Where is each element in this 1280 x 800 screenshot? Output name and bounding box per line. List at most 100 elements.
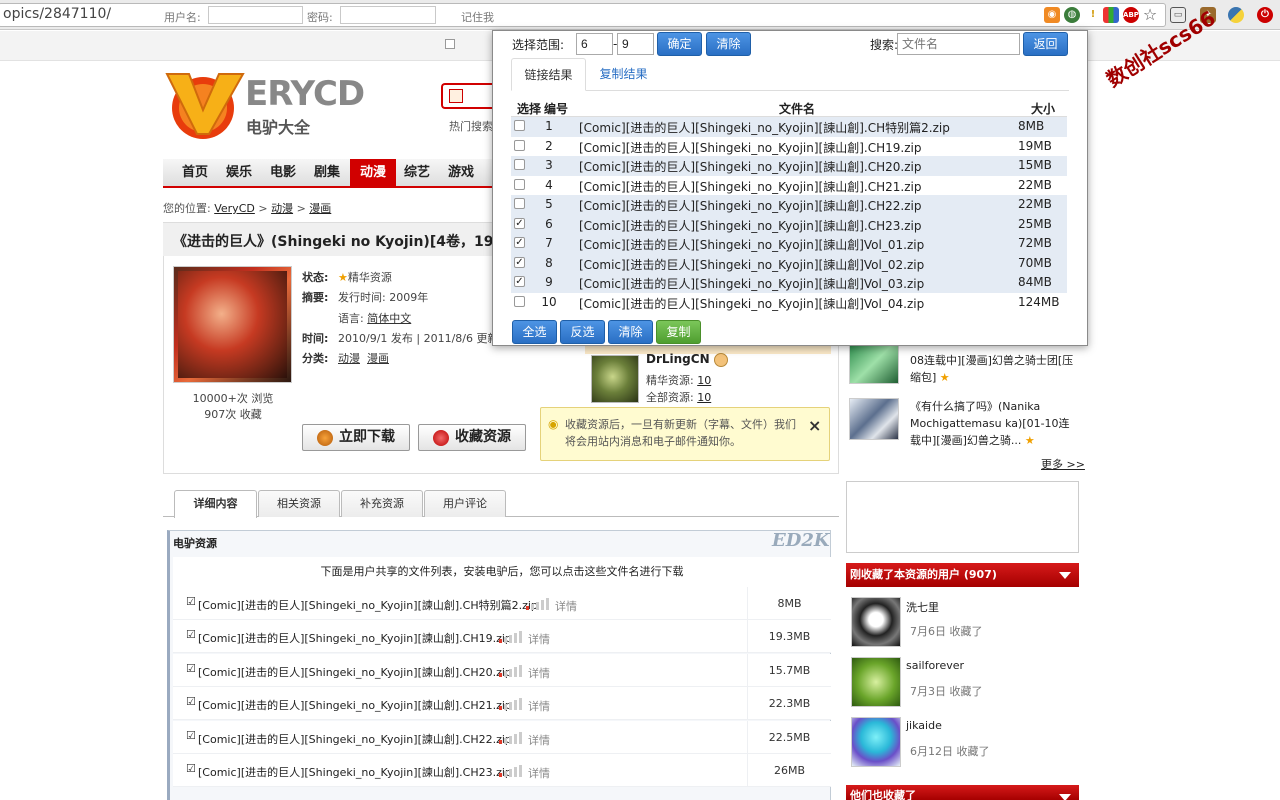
file-row[interactable]: ☑ [Comic][进击的巨人][Shingeki_no_Kyojin][諫山創]… [173,687,831,721]
row-checkbox[interactable] [514,198,525,209]
file-name-link[interactable]: [Comic][进击的巨人][Shingeki_no_Kyojin][諫山創].… [198,764,512,780]
invert-selection-button[interactable]: 反选 [560,320,605,344]
confirm-button[interactable]: 确定 [657,32,702,56]
clear-range-button[interactable]: 清除 [706,32,751,56]
file-row[interactable]: ☑ [Comic][进击的巨人][Shingeki_no_Kyojin][諫山創]… [173,754,831,787]
row-checkbox[interactable] [514,159,525,170]
file-search-input[interactable] [897,33,1020,55]
user-avatar[interactable] [851,597,901,647]
python-icon[interactable] [1228,7,1244,23]
popup-file-row[interactable]: ✓ 7 [Comic][进击的巨人][Shingeki_no_Kyojin][諫山創… [511,234,1067,254]
adblock-icon[interactable]: ABP [1123,7,1139,23]
popup-file-row[interactable]: ✓ 6 [Comic][进击的巨人][Shingeki_no_Kyojin][諫山創… [511,214,1067,234]
message-icon[interactable] [713,352,728,367]
more-link[interactable]: 更多 >> [1041,456,1085,472]
username-input[interactable] [208,6,303,24]
file-details-link[interactable]: 详情 [555,598,577,614]
nav-anime[interactable]: 动漫 [350,159,396,186]
row-checkbox[interactable] [514,178,525,190]
popup-file-row[interactable]: ✓ 9 [Comic][进击的巨人][Shingeki_no_Kyojin][諫山創… [511,273,1067,293]
row-checkbox[interactable]: ✓ [514,256,525,268]
file-name-link[interactable]: [Comic][进击的巨人][Shingeki_no_Kyojin][諫山創].… [198,697,512,713]
rss-icon[interactable]: ◉ [1044,7,1060,23]
tab-comments[interactable]: 用户评论 [424,490,506,517]
popup-file-row[interactable]: 5 [Comic][进击的巨人][Shingeki_no_Kyojin][諫山創]… [511,195,1067,215]
remember-checkbox[interactable] [445,39,455,49]
side-item-text[interactable]: 《有什么搞了吗》(Nanika Mochigattemasu ka)[01-10… [910,398,1080,449]
row-checkbox[interactable] [514,139,525,151]
side-item-thumb[interactable] [849,342,899,384]
also-favorited-header[interactable]: 他们也收藏了 [846,785,1079,800]
range-to-input[interactable] [617,33,654,55]
file-row[interactable]: ☑ [Comic][进击的巨人][Shingeki_no_Kyojin][諫山創]… [173,653,831,687]
tab-related[interactable]: 相关资源 [258,490,340,517]
file-checkbox[interactable]: ☑ [186,729,196,742]
back-button[interactable]: 返回 [1023,32,1068,56]
user-name[interactable]: jikaide [906,719,942,732]
file-details-link[interactable]: 详情 [528,732,550,748]
side-item-text[interactable]: 08连载中][漫画]幻兽之骑士团[压缩包] ★ [910,352,1080,386]
file-checkbox[interactable]: ☑ [186,595,196,608]
file-details-link[interactable]: 详情 [528,631,550,647]
breadcrumb-comic[interactable]: 漫画 [309,202,331,215]
side-item-thumb[interactable] [849,398,899,440]
tab-supplementary[interactable]: 补充资源 [341,490,423,517]
breadcrumb-verycd[interactable]: VeryCD [214,202,255,215]
breadcrumb-anime[interactable]: 动漫 [271,202,293,215]
file-checkbox[interactable]: ☑ [186,762,196,775]
colorful-extension-icon[interactable] [1103,7,1119,23]
favorite-button[interactable]: 收藏资源 [418,424,526,451]
password-input[interactable] [340,6,436,24]
user-name[interactable]: sailforever [906,659,964,672]
download-button[interactable]: 立即下载 [302,424,410,451]
file-checkbox[interactable]: ☑ [186,695,196,708]
uploader-avatar[interactable] [591,355,639,403]
select-all-button[interactable]: 全选 [512,320,557,344]
file-details-link[interactable]: 详情 [528,665,550,681]
row-checkbox[interactable] [514,295,525,307]
row-checkbox[interactable]: ✓ [514,276,525,287]
category-anime[interactable]: 动漫 [338,352,360,365]
tab-copy-results[interactable]: 复制结果 [586,58,661,91]
language-link[interactable]: 简体中文 [367,312,411,325]
file-name-link[interactable]: [Comic][进击的巨人][Shingeki_no_Kyojin][諫山創].… [198,630,512,646]
file-checkbox[interactable]: ☑ [186,628,196,641]
category-comic[interactable]: 漫画 [367,352,389,365]
nav-home[interactable]: 首页 [174,159,216,186]
popup-file-row[interactable]: 10 [Comic][进击的巨人][Shingeki_no_Kyojin][諫山創… [511,293,1067,313]
popup-file-row[interactable]: 4 [Comic][进击的巨人][Shingeki_no_Kyojin][諫山創]… [511,176,1067,196]
tab-link-results[interactable]: 链接结果 [511,58,586,91]
popup-file-row[interactable]: 2 [Comic][进击的巨人][Shingeki_no_Kyojin][諫山創]… [511,137,1067,157]
tab-details[interactable]: 详细内容 [174,490,257,518]
nav-movies[interactable]: 电影 [262,159,304,186]
popup-file-row[interactable]: ✓ 8 [Comic][进击的巨人][Shingeki_no_Kyojin][諫山創… [511,253,1067,273]
file-details-link[interactable]: 详情 [528,765,550,781]
file-name-link[interactable]: [Comic][进击的巨人][Shingeki_no_Kyojin][諫山創].… [198,597,538,613]
file-name-link[interactable]: [Comic][进击的巨人][Shingeki_no_Kyojin][諫山創].… [198,731,512,747]
power-icon[interactable]: ⏻ [1257,7,1273,23]
site-search-box[interactable] [441,83,493,109]
popup-file-row[interactable]: 3 [Comic][进击的巨人][Shingeki_no_Kyojin][諫山創]… [511,156,1067,176]
file-name-link[interactable]: [Comic][进击的巨人][Shingeki_no_Kyojin][諫山創].… [198,664,512,680]
file-row[interactable]: ☑ [Comic][进击的巨人][Shingeki_no_Kyojin][諫山創]… [173,720,831,754]
file-details-link[interactable]: 详情 [528,698,550,714]
popup-file-row[interactable]: 1 [Comic][进击的巨人][Shingeki_no_Kyojin][諫山創]… [511,117,1067,137]
copy-button[interactable]: 复制 [656,320,701,344]
bookmark-star-icon[interactable]: ☆ [1142,7,1158,23]
nav-variety[interactable]: 综艺 [396,159,438,186]
row-checkbox[interactable]: ✓ [514,237,525,248]
nav-games[interactable]: 游戏 [440,159,482,186]
user-avatar[interactable] [851,657,901,707]
file-row[interactable]: ☑ [Comic][进击的巨人][Shingeki_no_Kyojin][諫山創]… [173,620,831,654]
globe-extension-icon[interactable]: ◍ [1064,7,1080,23]
uploader-name[interactable]: DrLingCN [646,352,728,367]
favorited-users-header[interactable]: 刚收藏了本资源的用户 (907) [846,563,1079,587]
file-checkbox[interactable]: ☑ [186,662,196,675]
hot-search-label[interactable]: 热门搜索 [449,118,493,134]
row-checkbox[interactable] [514,120,525,131]
nav-series[interactable]: 剧集 [306,159,348,186]
user-avatar[interactable] [851,717,901,767]
close-icon[interactable]: × [808,416,821,435]
user-name[interactable]: 洗七里 [906,599,939,615]
file-row[interactable]: ☑ [Comic][进击的巨人][Shingeki_no_Kyojin][諫山創]… [173,587,831,620]
